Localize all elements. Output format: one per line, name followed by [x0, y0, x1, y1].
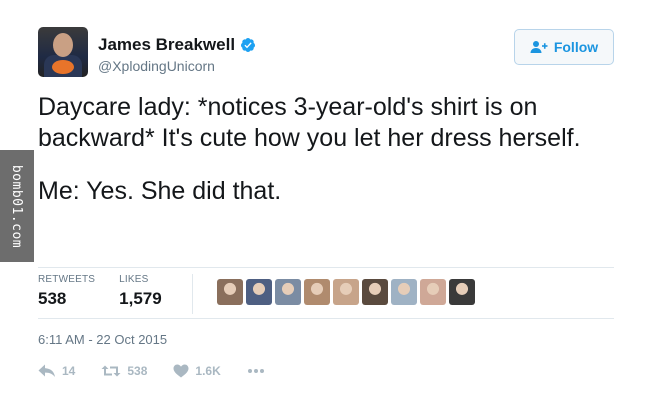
- retweets-stat[interactable]: RETWEETS 538: [38, 274, 95, 309]
- liker-avatar[interactable]: [275, 279, 301, 305]
- liker-avatar[interactable]: [362, 279, 388, 305]
- reply-icon: [38, 364, 55, 377]
- liker-avatar[interactable]: [217, 279, 243, 305]
- like-button[interactable]: 1.6K: [173, 364, 221, 378]
- retweets-count: 538: [38, 289, 67, 308]
- retweets-label: RETWEETS: [38, 274, 96, 285]
- retweet-icon: [101, 365, 121, 377]
- avatar[interactable]: [38, 27, 88, 77]
- reply-count: 14: [62, 364, 76, 378]
- watermark-text: bomb01.com: [9, 164, 25, 248]
- likers-avatars: [217, 279, 475, 305]
- likes-label: LIKES: [119, 274, 149, 285]
- tweet-paragraph: Daycare lady: *notices 3-year-old's shir…: [38, 93, 581, 152]
- likes-count: 1,579: [119, 289, 162, 308]
- watermark: bomb01.com: [0, 150, 34, 262]
- more-button[interactable]: [247, 368, 265, 374]
- liker-avatar[interactable]: [420, 279, 446, 305]
- verified-badge-icon: [241, 38, 256, 52]
- tweet-header: James Breakwell @XplodingUnicorn Follow: [38, 27, 614, 79]
- more-icon: [247, 369, 264, 373]
- liker-avatar[interactable]: [246, 279, 272, 305]
- follow-button[interactable]: Follow: [514, 29, 614, 65]
- liker-avatar[interactable]: [449, 279, 475, 305]
- reply-button[interactable]: 14: [38, 364, 75, 378]
- tweet-paragraph: Me: Yes. She did that.: [38, 177, 282, 205]
- tweet-stats: RETWEETS 538 LIKES 1,579: [38, 274, 203, 314]
- tweet-actions: 14 538 1.6K: [38, 364, 291, 378]
- retweet-count: 538: [127, 364, 148, 378]
- follow-button-label: Follow: [553, 39, 599, 55]
- user-info: James Breakwell @XplodingUnicorn: [98, 35, 256, 74]
- tweet-timestamp[interactable]: 6:11 AM - 22 Oct 2015: [38, 332, 167, 347]
- retweet-button[interactable]: 538: [101, 364, 147, 378]
- like-count: 1.6K: [195, 364, 221, 378]
- tweet-text: Daycare lady: *notices 3-year-old's shir…: [38, 92, 598, 207]
- liker-avatar[interactable]: [304, 279, 330, 305]
- stats-separator: [191, 274, 193, 314]
- divider: [38, 267, 614, 268]
- divider: [38, 318, 614, 319]
- liker-avatar[interactable]: [333, 279, 359, 305]
- heart-icon: [173, 364, 189, 378]
- display-name[interactable]: James Breakwell: [98, 35, 235, 55]
- add-user-icon: [530, 41, 548, 53]
- liker-avatar[interactable]: [391, 279, 417, 305]
- user-handle[interactable]: @XplodingUnicorn: [98, 58, 256, 74]
- likes-stat[interactable]: LIKES 1,579: [119, 274, 162, 309]
